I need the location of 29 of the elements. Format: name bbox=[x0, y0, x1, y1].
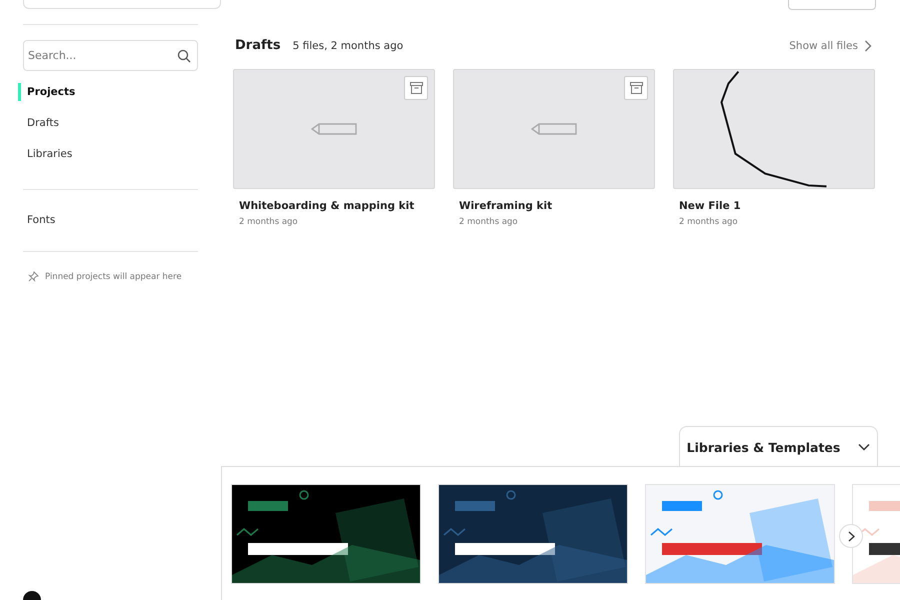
file-time: 2 months ago bbox=[239, 217, 299, 227]
search-field[interactable]: Search... bbox=[23, 40, 198, 71]
file-thumbnail[interactable] bbox=[233, 69, 435, 189]
pin-icon bbox=[28, 271, 39, 282]
nav-item[interactable]: Drafts bbox=[18, 114, 59, 132]
file-time: 2 months ago bbox=[679, 217, 739, 227]
section-title: Drafts bbox=[235, 38, 281, 53]
archive-icon bbox=[630, 82, 642, 94]
libraries-tab[interactable]: Libraries & Templates bbox=[679, 426, 878, 467]
chevron-right-icon bbox=[864, 40, 872, 52]
file-name: New File 1 bbox=[679, 200, 742, 212]
section-summary: 5 files, 2 months ago bbox=[292, 40, 404, 52]
show-all-link[interactable]: Show all files bbox=[789, 40, 872, 52]
pinned-hint: Pinned projects will appear here bbox=[45, 272, 182, 282]
nav-item[interactable]: Fonts bbox=[18, 211, 56, 229]
file-name: Wireframing kit bbox=[459, 200, 554, 212]
chevron-right-icon bbox=[848, 530, 854, 542]
archive-button[interactable] bbox=[624, 76, 648, 100]
pencil-icon bbox=[311, 123, 357, 135]
search-icon bbox=[177, 49, 191, 63]
file-time: 2 months ago bbox=[459, 217, 519, 227]
nav-item[interactable]: Libraries bbox=[18, 145, 72, 163]
nav-item[interactable]: Projects bbox=[18, 83, 76, 101]
archive-icon bbox=[410, 82, 422, 94]
archive-button[interactable] bbox=[404, 76, 428, 100]
next-button[interactable] bbox=[839, 524, 863, 548]
file-name: Whiteboarding & mapping kit bbox=[239, 200, 416, 212]
file-thumbnail[interactable] bbox=[453, 69, 655, 189]
pencil-icon bbox=[531, 123, 577, 135]
